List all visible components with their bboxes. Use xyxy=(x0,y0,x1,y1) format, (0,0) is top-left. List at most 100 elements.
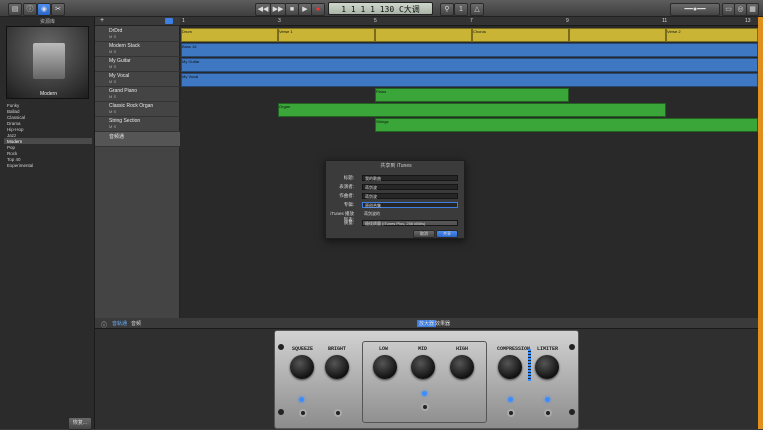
quality-select[interactable]: 极佳质量 (iTunes Plus, 256 kBit/s) xyxy=(362,220,458,226)
audio-region-guitar[interactable]: My Guitar xyxy=(181,58,758,72)
track-mute-solo[interactable]: M S xyxy=(109,64,116,69)
midi-region-strings[interactable]: Strings xyxy=(375,118,758,132)
artist-field[interactable]: 蒋剑波 xyxy=(362,184,458,190)
tab-amp[interactable]: 放大器 xyxy=(417,320,437,327)
library-header: 资源库 xyxy=(39,19,55,25)
cancel-button[interactable]: 取消 xyxy=(413,230,435,238)
ruler-mark: 5 xyxy=(374,18,377,24)
list-item[interactable]: Experimental xyxy=(7,163,33,168)
share-button[interactable]: 共享 xyxy=(436,230,458,238)
ruler-mark: 9 xyxy=(566,18,569,24)
rewind-icon[interactable]: ◀◀ xyxy=(255,3,271,16)
track-header-selected[interactable]: 音频通 xyxy=(95,132,180,147)
list-item[interactable]: Hip-Hop xyxy=(7,127,24,132)
smart-controls-bar: ⓘ 音轨通 音频 放大器 效果器 xyxy=(95,318,758,329)
editors-icon[interactable]: ✂ xyxy=(51,3,65,16)
list-item[interactable]: Classical xyxy=(7,115,25,120)
led-indicator xyxy=(508,397,513,402)
track-mute-solo[interactable]: M S xyxy=(109,94,116,99)
midi-region-piano[interactable]: Piano xyxy=(375,88,569,102)
ruler-mark: 3 xyxy=(278,18,281,24)
smart-controls-icon[interactable]: ◉ xyxy=(37,3,51,16)
audio-region-vocal[interactable]: My Vocal xyxy=(181,73,758,87)
track-headers: + DrDrd M S Modern Stack M S My Guitar M S … xyxy=(95,17,180,318)
track-header[interactable]: My Guitar M S xyxy=(95,57,180,72)
tab-audio[interactable]: 音频 xyxy=(131,320,141,327)
ruler-mark: 1 xyxy=(182,18,185,24)
info-icon[interactable]: ⓘ xyxy=(23,3,37,16)
title-field[interactable]: 我的歌曲 xyxy=(362,175,458,181)
drummer-region[interactable] xyxy=(569,28,666,42)
toggle-switch[interactable] xyxy=(507,409,515,417)
screw-icon xyxy=(569,409,575,415)
amp-stack-image xyxy=(33,43,65,79)
track-header[interactable]: String Section M S xyxy=(95,117,180,132)
knob-label: MID xyxy=(418,346,428,352)
master-volume-slider[interactable]: ━━●━━ xyxy=(670,3,720,16)
restore-button[interactable]: 恢复... xyxy=(68,417,92,430)
toggle-switch[interactable] xyxy=(334,409,342,417)
knob-label: HIGH xyxy=(456,346,469,352)
toggle-switch[interactable] xyxy=(544,409,552,417)
drummer-region[interactable]: Verse 2 xyxy=(666,28,758,42)
mid-knob[interactable] xyxy=(411,355,435,379)
list-item[interactable]: Ballad xyxy=(7,109,20,114)
track-mute-solo[interactable]: M S xyxy=(109,34,116,39)
record-icon[interactable]: ● xyxy=(311,3,325,16)
metronome-icon[interactable]: △ xyxy=(470,3,484,16)
stop-icon[interactable]: ■ xyxy=(285,3,299,16)
ruler-mark: 11 xyxy=(662,18,668,24)
list-item-selected[interactable]: Modern xyxy=(7,139,22,144)
media-browser-icon[interactable]: ▦ xyxy=(746,3,759,16)
track-mute-solo[interactable]: M S xyxy=(109,79,116,84)
lcd-display[interactable]: 1 1 1 1 130 C大调 xyxy=(328,2,433,15)
drummer-region[interactable] xyxy=(375,28,472,42)
toggle-switch[interactable] xyxy=(421,403,429,411)
filter-icon[interactable] xyxy=(165,18,173,24)
list-item[interactable]: Funky xyxy=(7,103,19,108)
knob-label: LOW xyxy=(379,346,389,352)
play-icon[interactable]: ▶ xyxy=(298,3,312,16)
share-dialog: 共享到 iTunes 标题: 我的歌曲 表演者: 蒋剑波 作曲者: 蒋剑波 专辑… xyxy=(325,160,465,239)
bright-knob[interactable] xyxy=(325,355,349,379)
library-icon[interactable]: ▤ xyxy=(8,3,22,16)
tab-effects[interactable]: 效果器 xyxy=(435,320,450,327)
track-mute-solo[interactable]: M S xyxy=(109,109,116,114)
list-item[interactable]: Pop xyxy=(7,145,15,150)
knob-label: BRIGHT xyxy=(328,346,347,352)
track-header[interactable]: Classic Rock Organ M S xyxy=(95,102,180,117)
track-header[interactable]: Grand Piano M S xyxy=(95,87,180,102)
knob-label: COMPRESSION xyxy=(497,346,531,352)
quality-label: 质量: xyxy=(343,220,354,225)
toggle-switch[interactable] xyxy=(299,409,307,417)
album-field[interactable]: 原创合集 xyxy=(362,202,458,208)
limiter-knob[interactable] xyxy=(535,355,559,379)
track-mute-solo[interactable]: M S xyxy=(109,124,116,129)
high-knob[interactable] xyxy=(450,355,474,379)
info-icon[interactable]: ⓘ xyxy=(101,320,107,329)
playlist-value: 蒋剑波的 xyxy=(364,211,380,216)
knob-label: LIMITER xyxy=(537,346,559,352)
audio-region-bass[interactable]: Bass 16 xyxy=(181,43,758,57)
squeeze-knob[interactable] xyxy=(290,355,314,379)
drummer-region[interactable]: Verse 1 xyxy=(278,28,375,42)
drummer-region[interactable]: Chorus xyxy=(472,28,569,42)
composer-field[interactable]: 蒋剑波 xyxy=(362,193,458,199)
track-header[interactable]: DrDrd M S xyxy=(95,27,180,42)
midi-region-organ[interactable]: Organ xyxy=(278,103,666,117)
compression-knob[interactable] xyxy=(498,355,522,379)
forward-icon[interactable]: ▶▶ xyxy=(270,3,286,16)
list-item[interactable]: Drama xyxy=(7,121,21,126)
ruler[interactable]: 1 3 5 7 9 11 13 xyxy=(180,17,758,26)
track-header[interactable]: Modern Stack M S xyxy=(95,42,180,57)
add-track-icon[interactable]: + xyxy=(100,17,104,24)
list-item[interactable]: Top 40 xyxy=(7,157,21,162)
list-item[interactable]: Rock xyxy=(7,151,17,156)
drummer-region[interactable]: Drum xyxy=(181,28,278,42)
track-header[interactable]: My Vocal M S xyxy=(95,72,180,87)
low-knob[interactable] xyxy=(373,355,397,379)
tab-track[interactable]: 音轨通 xyxy=(112,320,127,327)
count-in-icon[interactable]: 1 xyxy=(454,3,468,16)
tuner-icon[interactable]: ⚲ xyxy=(440,3,454,16)
track-mute-solo[interactable]: M S xyxy=(109,49,116,54)
